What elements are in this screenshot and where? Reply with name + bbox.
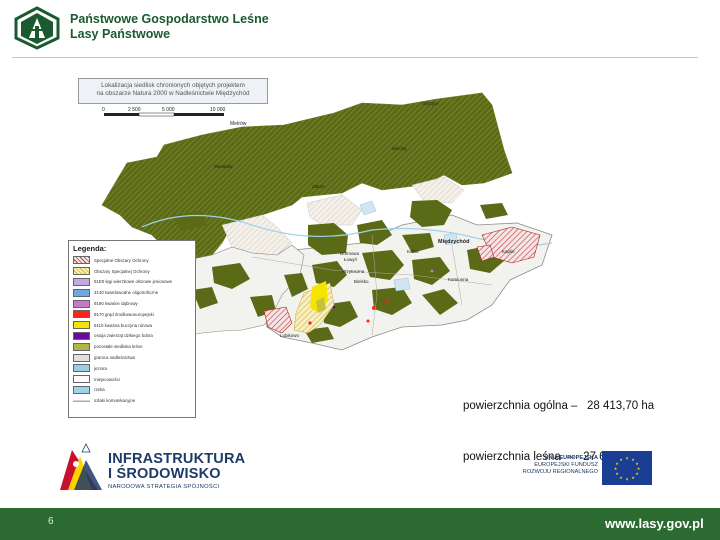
- legend-swatch: [73, 385, 90, 394]
- legend-label: szlaki komunikacyjne: [94, 398, 136, 404]
- header-divider: [12, 57, 698, 58]
- place-label: Kaplin: [502, 249, 515, 254]
- legend-label: 91E0 łęgi wierzbowe olszowe jesionowe: [94, 279, 173, 285]
- legend-swatch: [73, 375, 90, 384]
- map-title-line2: na obszarze Natura 2000 w Nadleśnictwie …: [96, 90, 250, 97]
- svg-text:★: ★: [619, 457, 623, 462]
- legend-item: 9110 kwaśna buczyna niżowa: [73, 320, 191, 331]
- website-link[interactable]: www.lasy.gov.pl: [605, 516, 704, 531]
- legend-swatch: [73, 342, 90, 351]
- legend-item: granica nadleśnictwa: [73, 352, 191, 363]
- place-label: Bielsko: [354, 279, 369, 284]
- legend-swatch: [73, 288, 90, 297]
- legend-swatch: [73, 256, 90, 265]
- total-area-line: powierzchnia ogólna – 28 413,70 ha: [463, 400, 655, 412]
- eu-flag-icon: ★ ★★ ★★★ ★★★ ★★★: [602, 451, 652, 485]
- place-label: Kolno: [407, 249, 419, 254]
- legend-item: 9170 grąd środkowoeuropejski: [73, 309, 191, 320]
- infra-program-tagline: NARODOWA STRATEGIA SPÓJNOŚCI: [108, 484, 220, 490]
- legend-label: rzeka: [94, 387, 105, 393]
- legend-item: ostoja zwierząt dzikiego bobra: [73, 331, 191, 342]
- place-label: Międzychód: [438, 239, 469, 245]
- legend-swatch: [73, 267, 90, 276]
- scale-tick: 0: [102, 107, 105, 113]
- legend-swatch: [73, 353, 90, 362]
- svg-text:★: ★: [625, 456, 629, 461]
- legend-swatch: [73, 277, 90, 286]
- legend-items: Specjalne Obszary Ochrony Obszary Specjal…: [73, 255, 191, 406]
- legend-label: jeziora: [94, 365, 107, 371]
- place-label: Zatom: [312, 184, 325, 189]
- legend-item: 91E0 łęgi wierzbowe olszowe jesionowe: [73, 277, 191, 288]
- eu-fund-text: UNIA EUROPEJSKA EUROPEJSKI FUNDUSZ ROZWO…: [514, 455, 598, 476]
- legend-item: 9190 kwaśne dąbrowy: [73, 298, 191, 309]
- scale-tick: 2 500: [128, 107, 141, 113]
- legend-swatch: [73, 321, 90, 330]
- legend-label: Specjalne Obszary Ochrony: [94, 257, 149, 263]
- legend-label: miejscowości: [94, 376, 120, 382]
- place-label: Łowyń: [344, 257, 358, 262]
- legend-item: szlaki komunikacyjne: [73, 395, 191, 406]
- place-label: Gorzyce: [422, 101, 439, 106]
- place-label: Dormowo: [340, 251, 360, 256]
- legend-swatch: [73, 396, 90, 405]
- legend-swatch: [73, 310, 90, 319]
- organization-title-line2: Lasy Państwowe: [70, 27, 171, 41]
- svg-text:★: ★: [619, 475, 623, 480]
- scale-bar: 0 2 500 5 000 10 000 Metrów: [102, 107, 247, 127]
- legend-swatch: [73, 331, 90, 340]
- map-title-line1: Lokalizacja siedlisk chronionych objętyc…: [101, 82, 245, 89]
- map-title: Lokalizacja siedlisk chronionych objętyc…: [78, 78, 268, 104]
- legend-label: 9110 kwaśna buczyna niżowa: [94, 322, 153, 328]
- place-label: Kamionna: [448, 277, 469, 282]
- legend-item: rzeka: [73, 385, 191, 396]
- svg-text:★: ★: [635, 471, 639, 476]
- eu-name: UNIA EUROPEJSKA: [544, 455, 598, 461]
- eu-fund-name: EUROPEJSKI FUNDUSZ: [534, 462, 598, 468]
- scale-unit: Metrów: [230, 121, 247, 127]
- legend-title: Legenda:: [73, 244, 107, 253]
- legend-label: 9170 grąd środkowoeuropejski: [94, 311, 154, 317]
- infra-program-name-2: I ŚRODOWISKO: [108, 466, 221, 482]
- legend-item: 3140 twardowodne oligotroficzne: [73, 287, 191, 298]
- map-legend: Legenda: Specjalne Obszary Ochrony Obszar…: [68, 240, 196, 418]
- legend-label: granica nadleśnictwa: [94, 355, 136, 361]
- place-label: Przytoczna: [342, 269, 365, 274]
- legend-swatch: [73, 364, 90, 373]
- eu-fund-name-2: ROZWOJU REGIONALNEGO: [522, 469, 598, 475]
- place-label: Mnichy: [392, 146, 407, 151]
- place-label: Sieraków: [214, 164, 233, 169]
- page-number: 6: [48, 516, 54, 527]
- legend-label: 9190 kwaśne dąbrowy: [94, 301, 138, 307]
- legend-item: Specjalne Obszary Ochrony: [73, 255, 191, 266]
- legend-swatch: [73, 299, 90, 308]
- legend-item: Obszary Specjalnej Ochrony: [73, 266, 191, 277]
- place-label: Lubikowo: [280, 333, 300, 338]
- legend-item: pozostałe siedliska leśne: [73, 341, 191, 352]
- svg-text:★: ★: [625, 477, 629, 482]
- legend-label: pozostałe siedliska leśne: [94, 344, 143, 350]
- organization-title: Państwowe Gospodarstwo Leśne Lasy Państw…: [70, 12, 269, 42]
- legend-label: Obszary Specjalnej Ochrony: [94, 268, 150, 274]
- legend-item: miejscowości: [73, 374, 191, 385]
- svg-text:★: ★: [614, 466, 618, 471]
- legend-label: ostoja zwierząt dzikiego bobra: [94, 333, 153, 339]
- svg-text:★: ★: [631, 475, 635, 480]
- svg-text:★: ★: [615, 471, 619, 476]
- scale-tick: 5 000: [162, 107, 175, 113]
- legend-label: 3140 twardowodne oligotroficzne: [94, 290, 159, 296]
- legend-item: jeziora: [73, 363, 191, 374]
- infra-program-name: INFRASTRUKTURA: [108, 451, 246, 467]
- organization-title-line1: Państwowe Gospodarstwo Leśne: [70, 12, 269, 26]
- scale-tick: 10 000: [210, 107, 226, 113]
- lasy-panstwowe-logo: [14, 6, 60, 50]
